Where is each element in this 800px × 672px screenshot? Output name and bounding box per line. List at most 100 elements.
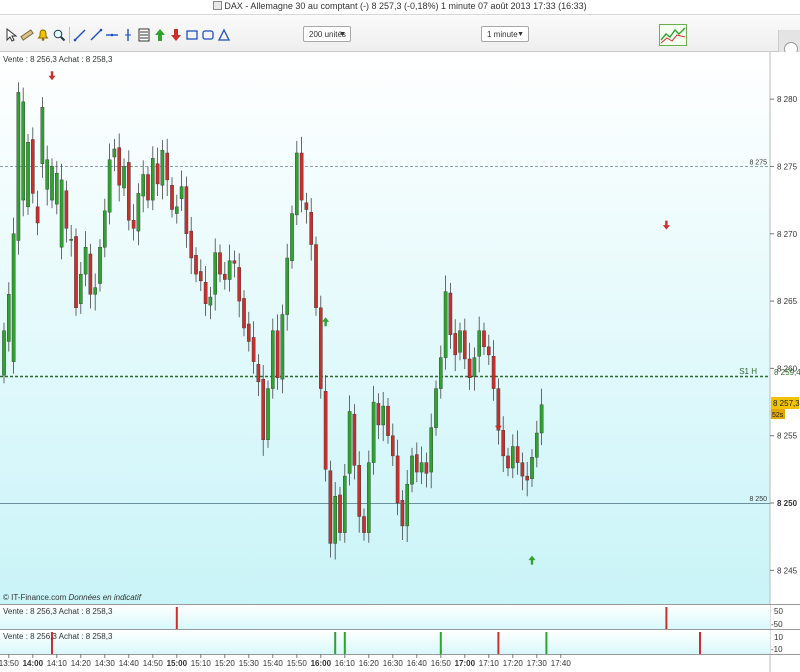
candle-bullish (6, 294, 11, 342)
x-tick-label: 15:20 (215, 659, 236, 668)
candle-bearish (487, 346, 491, 356)
candle-bullish (78, 273, 83, 304)
candle-bullish (511, 446, 515, 469)
candle-bullish (280, 314, 285, 380)
candle-bullish (160, 150, 165, 186)
candle-bullish (93, 287, 97, 295)
sell-arrow-icon[interactable] (168, 27, 184, 43)
x-tick-label: 15:50 (287, 659, 308, 668)
ellipse-icon[interactable] (200, 27, 216, 43)
candle-bullish (410, 455, 414, 485)
x-tick-label: 14:20 (71, 659, 92, 668)
candle-bullish (434, 388, 438, 428)
candle-bearish (194, 255, 198, 275)
magnifier-icon[interactable] (51, 27, 67, 43)
data-credit: © IT-Finance.com Données en indicatif (3, 593, 141, 602)
x-tick-label: 16:40 (407, 659, 428, 668)
x-axis-ticks: 13:50 14:00 14:10 14:20 14:30 14:40 14:50 15:00… (0, 654, 571, 668)
bell-icon[interactable] (35, 27, 51, 43)
candle-bullish (271, 330, 275, 389)
candle-bullish (472, 357, 477, 377)
candle-bullish (443, 291, 448, 358)
x-tick-label: 16:30 (383, 659, 404, 668)
x-tick-label: 16:00 (311, 659, 332, 668)
candle-bullish (333, 496, 338, 544)
candle-bearish (525, 475, 529, 481)
candle-bullish (227, 260, 232, 280)
x-tick-label: 14:50 (143, 659, 164, 668)
candle-bearish (400, 500, 405, 527)
indicator-1-background (0, 605, 770, 629)
candle-bearish (74, 236, 78, 309)
window-title: DAX - Allemagne 30 au comptant (-) 8 257… (0, 1, 800, 11)
candle-bearish (117, 147, 121, 186)
window-title-text: DAX - Allemagne 30 au comptant (-) 8 257… (224, 1, 587, 11)
candle-bullish (371, 401, 376, 463)
main-panel-info: Vente : 8 256,3 Achat : 8 258,3 (3, 55, 113, 64)
chart-area[interactable]: 8 2458 2508 2558 2608 2658 2708 2758 280… (0, 52, 800, 672)
candle-bullish (530, 457, 534, 479)
indicator-1-tick: 50 (774, 607, 783, 616)
pointer-icon[interactable] (3, 27, 19, 43)
x-tick-label: 15:30 (239, 659, 260, 668)
triangle-icon[interactable] (216, 27, 232, 43)
fibonacci-icon[interactable] (136, 27, 152, 43)
window-titlebar: DAX - Allemagne 30 au comptant (-) 8 257… (0, 0, 800, 15)
horizontal-line-icon[interactable] (104, 27, 120, 43)
candle-bullish (477, 330, 482, 357)
candle-bullish (59, 179, 64, 248)
buy-arrow-icon[interactable] (152, 27, 168, 43)
drawing-tools (3, 25, 232, 45)
candle-bullish (150, 158, 155, 201)
candle-bullish (50, 166, 54, 201)
candle-bullish (107, 159, 112, 213)
candle-bearish (314, 244, 318, 309)
units-select[interactable]: 200 unités ▼ (303, 26, 351, 42)
candle-bearish (155, 163, 160, 185)
s1-level-value: 8 259,4 (774, 368, 800, 377)
candle-bearish (515, 446, 520, 463)
candle-bullish (141, 174, 146, 197)
candle-bearish (261, 378, 266, 440)
candle-bullish (55, 172, 59, 205)
x-tick-label: 17:20 (503, 659, 524, 668)
candle-bearish (448, 292, 453, 335)
ruler-icon[interactable] (19, 27, 35, 43)
trendline-icon[interactable] (72, 27, 88, 43)
candle-bearish (88, 253, 93, 295)
candle-bullish (11, 233, 16, 362)
candle-bullish (208, 296, 213, 306)
vertical-line-icon[interactable] (120, 27, 136, 43)
x-tick-label: 15:10 (191, 659, 212, 668)
y-tick-label: 8 280 (777, 95, 798, 104)
candle-bearish (184, 186, 189, 234)
candle-bearish (319, 307, 323, 389)
last-price-label: 8 257,3 (773, 399, 800, 408)
candle-bearish (309, 212, 314, 245)
candle-bearish (424, 462, 429, 474)
trendline-end-icon[interactable] (88, 27, 104, 43)
candle-bearish (126, 162, 131, 221)
candle-bearish (232, 260, 237, 264)
candle-bullish (347, 411, 352, 474)
candle-bearish (31, 139, 35, 194)
candle-bullish (102, 210, 107, 248)
candle-bearish (170, 185, 174, 210)
candle-bearish (338, 494, 342, 533)
period-select[interactable]: 1 minute ▼ (481, 26, 529, 42)
candle-bearish (203, 282, 208, 304)
app-icon (213, 1, 223, 10)
candle-bearish (246, 323, 251, 342)
candle-bullish (367, 462, 371, 533)
candle-bearish (275, 330, 280, 379)
credit-note: Données en indicatif (68, 593, 141, 602)
toolbar-separator (69, 27, 70, 43)
rectangle-icon[interactable] (184, 27, 200, 43)
candle-bearish (218, 252, 222, 275)
candle-bullish (26, 142, 30, 208)
mini-chart-icon (660, 27, 686, 44)
candle-bullish (174, 206, 179, 214)
candle-bearish (362, 516, 366, 533)
chart-thumbnail-button[interactable] (659, 24, 687, 46)
candle-bullish (21, 101, 26, 201)
